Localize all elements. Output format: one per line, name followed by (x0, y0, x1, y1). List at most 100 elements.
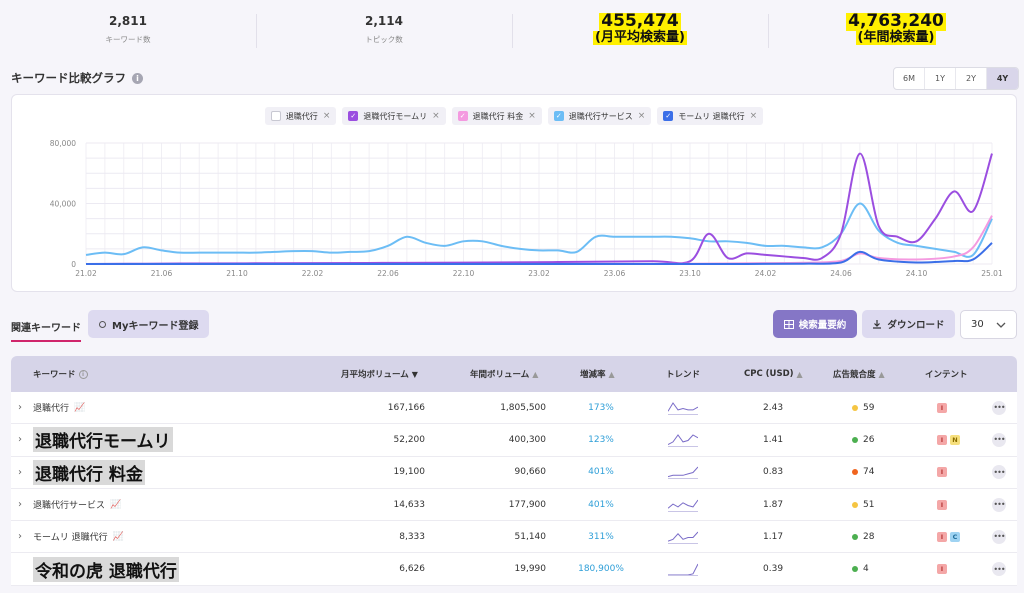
col-monthly-volume[interactable]: 月平均ボリューム ▼ (341, 356, 418, 392)
table-row[interactable]: › 退職代行モームリ 52,200 400,300 123% 1.41 26 I N ••• (11, 424, 1017, 457)
more-options[interactable]: ••• (992, 424, 1006, 455)
keyword-cell[interactable]: 退職代行サービス 📈 (33, 489, 121, 520)
more-options[interactable]: ••• (992, 553, 1006, 584)
more-icon[interactable]: ••• (992, 465, 1006, 480)
range-4y-button[interactable]: 4Y (987, 68, 1018, 89)
page-size-select[interactable]: 30 (960, 310, 1017, 339)
stat-label: (月平均検索量) (593, 30, 687, 46)
download-button[interactable]: ダウンロード (862, 310, 955, 338)
competition-value: 26 (863, 434, 875, 445)
keyword-cell[interactable]: モームリ 退職代行 📈 (33, 521, 124, 552)
info-icon[interactable]: i (78, 369, 88, 379)
keyword-cell[interactable]: 退職代行 📈 (33, 392, 85, 423)
chevron-down-icon (996, 322, 1006, 328)
status-dot (852, 469, 858, 476)
chevron-right-icon[interactable]: › (18, 424, 22, 455)
table-row[interactable]: › 退職代行 📈 167,166 1,805,500 173% 2.43 59 I ••• (11, 392, 1017, 425)
x-tick-label: 22.06 (377, 269, 399, 278)
chart-trend-icon[interactable]: 📈 (74, 403, 85, 413)
range-selector: 6M 1Y 2Y 4Y (893, 67, 1019, 90)
keyword-cell[interactable]: 退職代行 料金 (33, 457, 145, 488)
more-icon[interactable]: ••• (992, 400, 1006, 415)
competition-cell: 28 (852, 521, 874, 552)
intent-badge: I (937, 402, 947, 413)
col-cpc[interactable]: CPC (USD) ▲ (744, 356, 803, 392)
growth-rate: 180,900% (578, 564, 624, 575)
cpc-value: 1.17 (763, 531, 784, 542)
chevron-right-icon[interactable]: › (18, 457, 22, 488)
col-comp-label: 広告競合度 (833, 370, 876, 380)
stat-label: トピック数 (365, 34, 403, 44)
x-tick-label: 24.06 (830, 269, 852, 278)
col-competition[interactable]: 広告競合度 ▲ (833, 356, 885, 392)
sort-icon: ▲ (796, 369, 803, 379)
range-6m-button[interactable]: 6M (894, 68, 925, 89)
search-volume-summary-button[interactable]: 検索量要約 (773, 310, 857, 338)
intent-badge: I (937, 564, 947, 575)
keyword-cell[interactable]: 令和の虎 退職代行 (33, 553, 179, 584)
tab-related-keywords[interactable]: 関連キーワード (11, 319, 81, 342)
competition-cell: 51 (852, 489, 874, 520)
col-keyword-label: キーワード (33, 370, 76, 380)
more-icon[interactable]: ••• (992, 497, 1006, 512)
table-header: キーワード i 月平均ボリューム ▼ 年間ボリューム ▲ 増減率 ▲ トレンド CPC… (11, 356, 1017, 392)
chart-trend-icon[interactable]: 📈 (113, 532, 124, 542)
keyword-table: キーワード i 月平均ボリューム ▼ 年間ボリューム ▲ 増減率 ▲ トレンド CPC… (11, 356, 1017, 586)
competition-cell: 4 (852, 553, 869, 584)
status-dot (852, 501, 858, 508)
yearly-volume: 400,300 (508, 434, 546, 445)
stats-strip: 2,811 キーワード数 2,114 トピック数 455,474 (月平均検索量… (0, 0, 1024, 58)
more-options[interactable]: ••• (992, 521, 1006, 552)
yearly-volume: 1,805,500 (500, 402, 546, 413)
table-row[interactable]: › モームリ 退職代行 📈 8,333 51,140 311% 1.17 28 I C ••• (11, 521, 1017, 554)
competition-value: 4 (863, 564, 869, 575)
intent-cell: IN (937, 424, 963, 455)
monthly-volume: 167,166 (387, 402, 425, 413)
intent-badge: I (937, 467, 947, 478)
col-intent: インテント (925, 356, 968, 392)
yearly-volume: 19,990 (514, 564, 547, 575)
x-tick-label: 21.06 (151, 269, 173, 278)
range-1y-button[interactable]: 1Y (925, 68, 956, 89)
tab-my-keyword[interactable]: Myキーワード登録 (88, 310, 210, 338)
sparkline-path (668, 499, 698, 509)
more-icon[interactable]: ••• (992, 529, 1006, 544)
more-icon[interactable]: ••• (992, 562, 1006, 577)
intent-cell: I (937, 392, 950, 423)
keyword-cell[interactable]: 退職代行モームリ (33, 424, 173, 455)
competition-value: 74 (863, 467, 875, 478)
monthly-volume: 52,200 (393, 434, 426, 445)
more-options[interactable]: ••• (992, 489, 1006, 520)
yearly-volume: 51,140 (514, 531, 547, 542)
monthly-volume: 6,626 (399, 564, 425, 575)
circle-icon (99, 320, 106, 328)
info-icon[interactable]: i (132, 72, 143, 84)
chevron-right-icon[interactable]: › (18, 521, 22, 552)
col-intent-label: インテント (925, 370, 968, 380)
trend-sparkline (668, 521, 698, 552)
table-row[interactable]: › 退職代行 料金 19,100 90,660 401% 0.83 74 I ••• (11, 456, 1017, 489)
table-row[interactable]: 令和の虎 退職代行 6,626 19,990 180,900% 0.39 4 I ••• (11, 553, 1017, 586)
chevron-right-icon[interactable]: › (18, 392, 22, 423)
col-keyword[interactable]: キーワード i (33, 356, 88, 392)
stat-label: キーワード数 (105, 34, 151, 44)
competition-value: 28 (863, 531, 875, 542)
col-growth-rate[interactable]: 増減率 ▲ (580, 356, 615, 392)
more-icon[interactable]: ••• (992, 432, 1006, 447)
x-tick-label: 25.01 (981, 269, 1003, 278)
y-tick-label: 80,000 (50, 139, 76, 148)
table-row[interactable]: › 退職代行サービス 📈 14,633 177,900 401% 1.87 51 I ••• (11, 488, 1017, 522)
status-dot (852, 404, 858, 411)
trend-sparkline (668, 457, 698, 488)
chevron-right-icon[interactable]: › (18, 489, 22, 520)
competition-cell: 26 (852, 424, 874, 455)
stat-value: 455,474 (599, 11, 681, 32)
chart-trend-icon[interactable]: 📈 (110, 500, 121, 510)
col-yearly-volume[interactable]: 年間ボリューム ▲ (470, 356, 538, 392)
more-options[interactable]: ••• (992, 457, 1006, 488)
range-2y-button[interactable]: 2Y (956, 68, 987, 89)
cpc-value: 0.83 (763, 467, 784, 478)
section-title-text: キーワード比較グラフ (11, 71, 126, 85)
more-options[interactable]: ••• (992, 392, 1006, 423)
sparkline-path (668, 531, 698, 542)
